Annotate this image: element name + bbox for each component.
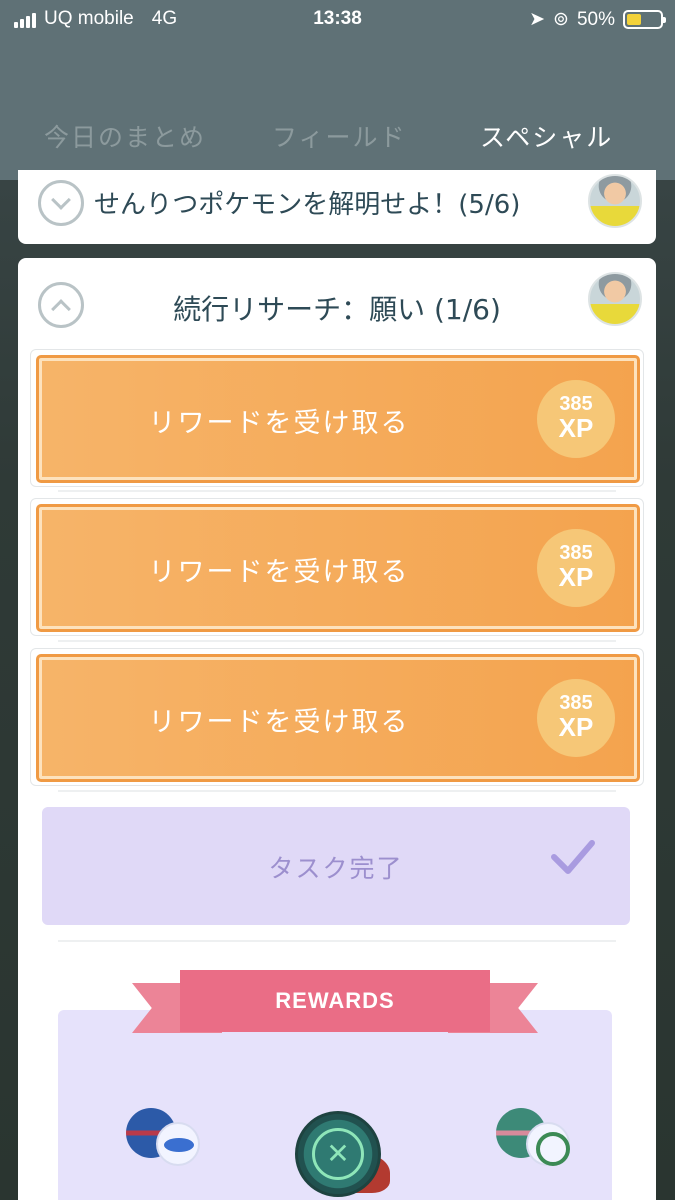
xp-unit: XP — [558, 413, 594, 443]
xp-unit: XP — [558, 712, 594, 742]
xp-badge: 385 XP — [537, 529, 615, 607]
close-icon: ✕ — [312, 1128, 364, 1180]
app-header: UQ mobile 4G 13:38 ➤ ⊚ 50% 今日のまとめ フィールド … — [0, 0, 675, 180]
research-title: せんりつポケモンを解明せよ！(5/6) — [94, 190, 521, 220]
battery-percent: 50% — [576, 8, 615, 30]
tab-field[interactable]: フィールド — [272, 118, 407, 154]
professor-avatar — [588, 174, 642, 228]
claim-reward-button[interactable]: リワードを受け取る 385 XP — [36, 654, 640, 782]
divider — [58, 490, 616, 492]
professor-avatar — [588, 272, 642, 326]
claim-reward-label: リワードを受け取る — [148, 707, 410, 738]
close-button[interactable]: ✕ — [295, 1111, 381, 1197]
chevron-down-icon — [51, 190, 71, 210]
xp-amount: 385 — [559, 692, 593, 714]
xp-amount: 385 — [559, 393, 593, 415]
completed-task: タスク完了 — [42, 807, 630, 925]
divider — [58, 940, 616, 942]
research-card-collapsed: せんりつポケモンを解明せよ！(5/6) — [18, 170, 656, 244]
task-row: リワードを受け取る 385 XP — [30, 648, 644, 786]
battery-icon — [623, 10, 666, 29]
kyogre-icon — [156, 1122, 200, 1166]
checkmark-icon — [551, 840, 595, 874]
xp-badge: 385 XP — [537, 380, 615, 458]
claim-reward-label: リワードを受け取る — [148, 557, 410, 588]
expand-button[interactable] — [38, 180, 84, 226]
claim-reward-button[interactable]: リワードを受け取る 385 XP — [36, 355, 640, 483]
location-arrow-icon: ➤ — [529, 9, 546, 30]
xp-badge: 385 XP — [537, 679, 615, 757]
claim-reward-label: リワードを受け取る — [148, 408, 410, 439]
task-row: リワードを受け取る 385 XP — [30, 349, 644, 487]
task-complete-label: タスク完了 — [268, 854, 404, 883]
xp-amount: 385 — [559, 542, 593, 564]
rayquaza-icon — [526, 1122, 570, 1166]
research-title: 続行リサーチ：願い (1/6) — [173, 293, 501, 326]
divider — [58, 640, 616, 642]
tab-special[interactable]: スペシャル — [480, 118, 613, 154]
rotation-lock-icon: ⊚ — [553, 9, 569, 30]
rewards-banner: REWARDS — [180, 970, 490, 1032]
claim-reward-button[interactable]: リワードを受け取る 385 XP — [36, 504, 640, 632]
task-row: リワードを受け取る 385 XP — [30, 498, 644, 636]
status-bar: UQ mobile 4G 13:38 ➤ ⊚ 50% — [0, 6, 675, 34]
xp-unit: XP — [558, 562, 594, 592]
tab-today-summary[interactable]: 今日のまとめ — [44, 118, 206, 154]
divider — [58, 790, 616, 792]
research-card-expanded: 続行リサーチ：願い (1/6) リワードを受け取る 385 XP リワードを受け… — [18, 258, 656, 1200]
